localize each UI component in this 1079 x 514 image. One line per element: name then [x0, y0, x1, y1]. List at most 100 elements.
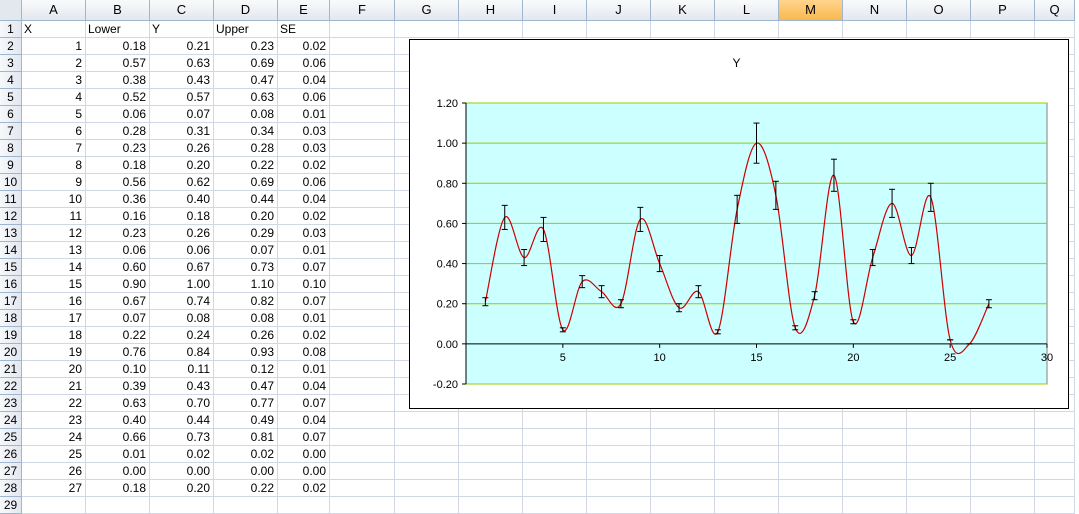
data-cell[interactable]: 0.57	[150, 89, 214, 106]
cell[interactable]	[459, 463, 523, 480]
cell[interactable]	[843, 480, 907, 497]
data-cell[interactable]: 26	[22, 463, 86, 480]
cell[interactable]	[1035, 480, 1075, 497]
data-cell[interactable]: 0.12	[214, 361, 278, 378]
row-header[interactable]: 1	[0, 21, 22, 38]
row-header[interactable]: 9	[0, 157, 22, 174]
cell[interactable]	[214, 497, 278, 514]
cell[interactable]	[715, 21, 779, 38]
cell[interactable]	[330, 395, 395, 412]
cell[interactable]	[330, 446, 395, 463]
cell[interactable]	[459, 497, 523, 514]
data-cell[interactable]: 12	[22, 225, 86, 242]
data-cell[interactable]: 0.20	[150, 480, 214, 497]
data-cell[interactable]: 0.70	[150, 395, 214, 412]
cell[interactable]	[459, 21, 523, 38]
data-cell[interactable]: 0.39	[86, 378, 150, 395]
data-cell[interactable]: 0.76	[86, 344, 150, 361]
data-cell[interactable]: 0.23	[86, 225, 150, 242]
cell[interactable]	[651, 463, 715, 480]
select-all-corner[interactable]	[0, 0, 22, 21]
cell[interactable]	[330, 276, 395, 293]
cell[interactable]	[330, 38, 395, 55]
data-cell[interactable]: 0.11	[150, 361, 214, 378]
cell[interactable]	[459, 412, 523, 429]
row-header[interactable]: 14	[0, 242, 22, 259]
data-cell[interactable]: 0.01	[278, 310, 330, 327]
column-header-d[interactable]: D	[214, 0, 278, 21]
row-header[interactable]: 29	[0, 497, 22, 514]
column-header-q[interactable]: Q	[1035, 0, 1075, 21]
data-cell[interactable]: 0.06	[86, 242, 150, 259]
data-cell[interactable]: 0.28	[214, 140, 278, 157]
data-cell[interactable]: 1.00	[150, 276, 214, 293]
data-cell[interactable]: 0.00	[278, 463, 330, 480]
cell[interactable]	[971, 463, 1035, 480]
row-header[interactable]: 4	[0, 72, 22, 89]
cell[interactable]	[843, 429, 907, 446]
cell[interactable]	[587, 429, 651, 446]
data-cell[interactable]: 0.67	[86, 293, 150, 310]
data-cell[interactable]: 0.07	[214, 242, 278, 259]
row-header[interactable]: 8	[0, 140, 22, 157]
cell[interactable]	[1035, 412, 1075, 429]
data-cell[interactable]: 0.02	[214, 446, 278, 463]
cell[interactable]	[22, 497, 86, 514]
cell[interactable]	[330, 480, 395, 497]
cell[interactable]	[330, 497, 395, 514]
data-cell[interactable]: 22	[22, 395, 86, 412]
data-cell[interactable]: 18	[22, 327, 86, 344]
cell[interactable]	[715, 480, 779, 497]
cell[interactable]	[395, 463, 459, 480]
cell[interactable]	[395, 429, 459, 446]
cell[interactable]	[971, 446, 1035, 463]
cell[interactable]	[330, 191, 395, 208]
data-cell[interactable]: 0.07	[86, 310, 150, 327]
data-cell[interactable]: 0.04	[278, 412, 330, 429]
row-header[interactable]: 2	[0, 38, 22, 55]
data-cell[interactable]: 0.21	[150, 38, 214, 55]
cell[interactable]	[907, 21, 971, 38]
row-header[interactable]: 28	[0, 480, 22, 497]
data-cell[interactable]: 0.63	[86, 395, 150, 412]
data-cell[interactable]: 0.00	[278, 446, 330, 463]
data-cell[interactable]: 0.02	[278, 327, 330, 344]
data-cell[interactable]: 1.10	[214, 276, 278, 293]
data-cell[interactable]: 0.49	[214, 412, 278, 429]
row-header[interactable]: 22	[0, 378, 22, 395]
data-cell[interactable]: 0.67	[150, 259, 214, 276]
data-cell[interactable]: 0.23	[214, 38, 278, 55]
data-cell[interactable]: 0.16	[86, 208, 150, 225]
data-cell[interactable]: 0.63	[214, 89, 278, 106]
cell[interactable]	[779, 463, 843, 480]
data-cell[interactable]: 0.47	[214, 378, 278, 395]
data-cell[interactable]: 0.01	[278, 361, 330, 378]
column-header-g[interactable]: G	[395, 0, 459, 21]
column-header-h[interactable]: H	[459, 0, 523, 21]
data-cell[interactable]: 0.18	[86, 38, 150, 55]
header-cell[interactable]: Upper	[214, 21, 278, 38]
data-cell[interactable]: 0.08	[214, 310, 278, 327]
header-cell[interactable]: Y	[150, 21, 214, 38]
cell[interactable]	[843, 21, 907, 38]
cell[interactable]	[779, 446, 843, 463]
cell[interactable]	[715, 412, 779, 429]
data-cell[interactable]: 0.26	[150, 225, 214, 242]
cell[interactable]	[395, 497, 459, 514]
cell[interactable]	[907, 446, 971, 463]
data-cell[interactable]: 0.08	[214, 106, 278, 123]
data-cell[interactable]: 0.06	[278, 174, 330, 191]
cell[interactable]	[330, 21, 395, 38]
data-cell[interactable]: 24	[22, 429, 86, 446]
data-cell[interactable]: 0.40	[86, 412, 150, 429]
cell[interactable]	[1035, 429, 1075, 446]
cell[interactable]	[651, 497, 715, 514]
data-cell[interactable]: 27	[22, 480, 86, 497]
cell[interactable]	[971, 480, 1035, 497]
cell[interactable]	[779, 480, 843, 497]
column-header-p[interactable]: P	[971, 0, 1035, 21]
cell[interactable]	[1035, 463, 1075, 480]
data-cell[interactable]: 0.22	[214, 157, 278, 174]
data-cell[interactable]: 0.07	[278, 259, 330, 276]
row-header[interactable]: 27	[0, 463, 22, 480]
